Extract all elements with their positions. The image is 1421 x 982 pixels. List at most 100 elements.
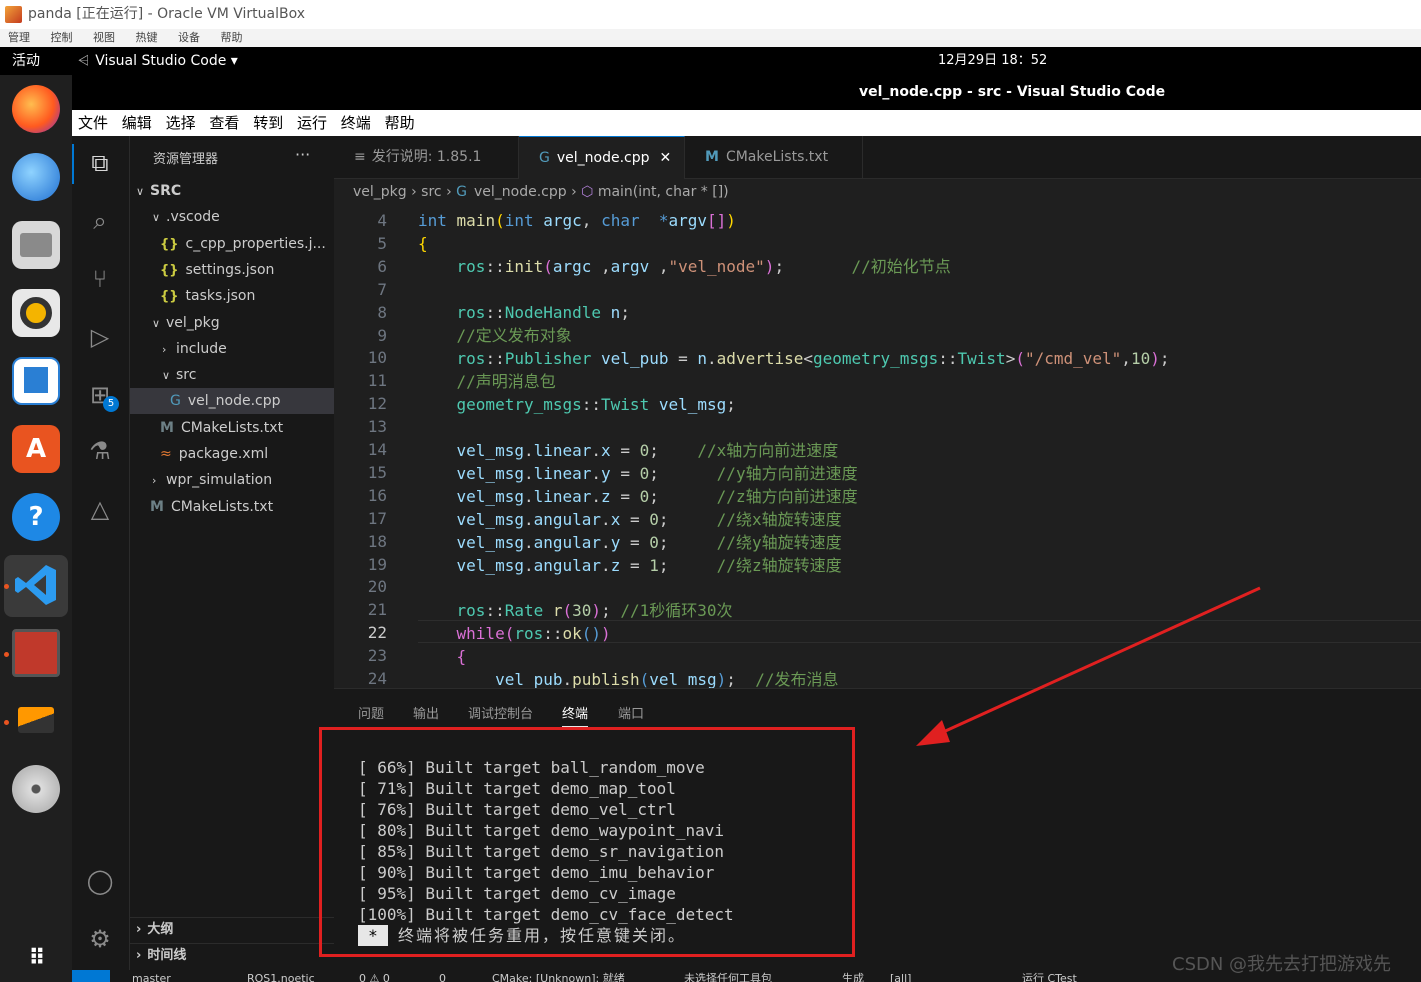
vscode-small-icon: ⩤ <box>78 53 90 69</box>
code-line: ros::Publisher vel_pub = n.advertise<geo… <box>456 349 1170 368</box>
status-cmake[interactable]: CMake: [Unknown]: 就绪 <box>492 970 625 982</box>
sublime-text-icon[interactable] <box>12 697 60 745</box>
outline-label: 大纲 <box>147 922 174 937</box>
tab-label: CMakeLists.txt <box>725 149 829 165</box>
line-number: 12 <box>367 394 387 414</box>
app-center-icon[interactable]: A <box>12 425 60 473</box>
tree-item[interactable]: ∨ src <box>130 362 334 388</box>
tree-item[interactable]: {} tasks.json <box>130 283 334 309</box>
tree-item[interactable]: {} c_cpp_properties.j... <box>130 231 334 257</box>
panel-tab-terminal[interactable]: 终端 <box>562 703 589 727</box>
status-ports[interactable]: 0 <box>439 970 446 982</box>
line-number: 23 <box>367 646 387 666</box>
tree-item[interactable]: M CMakeLists.txt <box>130 415 334 441</box>
status-ctest[interactable]: 运行 CTest <box>1022 970 1077 982</box>
tree-item[interactable]: ∨ .vscode <box>130 204 334 230</box>
tree-item[interactable]: › include <box>130 336 334 362</box>
tree-item[interactable]: ∨ SRC <box>130 178 334 204</box>
outline-section[interactable]: › 大纲 <box>130 917 334 941</box>
breadcrumb-item[interactable]: src <box>421 184 441 200</box>
files-icon[interactable] <box>12 221 60 269</box>
status-ros[interactable]: ROS1.noetic <box>247 970 315 982</box>
gnome-top-bar: 活动 ⩤ Visual Studio Code ▾ 12月29日 18：52 <box>0 47 1421 75</box>
testing-icon[interactable]: ⚗ <box>85 436 115 466</box>
source-control-icon[interactable]: ⑂ <box>85 264 115 294</box>
menu-help[interactable]: 帮助 <box>385 114 415 132</box>
help-icon[interactable]: ? <box>12 493 60 541</box>
menu-view[interactable]: 查看 <box>209 114 239 132</box>
tree-item[interactable]: › wpr_simulation <box>130 467 334 493</box>
code-line: vel_msg.linear.y = 0; //y轴方向前进速度 <box>456 464 858 483</box>
status-kit[interactable]: 未选择任何工具包 <box>684 970 772 982</box>
terminal-icon[interactable] <box>12 629 60 677</box>
code-line: ros::init(argc ,argv ,"vel_node"); //初始化… <box>456 257 951 276</box>
ubuntu-dock: A ? ⠿ <box>0 75 72 982</box>
tab-vel-node-cpp[interactable]: Gvel_node.cpp ✕ <box>519 136 685 179</box>
status-target[interactable]: [all] <box>890 970 911 982</box>
show-apps-icon[interactable]: ⠿ <box>12 935 60 982</box>
libreoffice-writer-icon[interactable] <box>12 357 60 405</box>
host-menu-help[interactable]: 帮助 <box>221 31 243 44</box>
panel-tab-ports[interactable]: 端口 <box>618 703 644 722</box>
tree-item-label: wpr_simulation <box>166 472 273 488</box>
manage-gear-icon[interactable]: ⚙ <box>85 924 115 954</box>
breadcrumb-item[interactable]: vel_pkg <box>353 184 407 200</box>
host-menu-hotkeys[interactable]: 热键 <box>136 31 158 44</box>
thunderbird-icon[interactable] <box>12 153 60 201</box>
timeline-section[interactable]: › 时间线 <box>130 943 334 967</box>
app-menu-button[interactable]: ⩤ Visual Studio Code ▾ <box>78 47 238 75</box>
firefox-icon[interactable] <box>12 85 60 133</box>
breadcrumb: vel_pkg › src › Gvel_node.cpp › ⬡ main(i… <box>334 179 1421 205</box>
tree-item[interactable]: ∨ vel_pkg <box>130 310 334 336</box>
menu-run[interactable]: 运行 <box>297 114 327 132</box>
clock[interactable]: 12月29日 18：52 <box>938 47 1047 75</box>
status-problems[interactable]: 0 ⚠ 0 <box>359 970 390 982</box>
symbol-method-icon: ⬡ <box>581 184 594 200</box>
line-number: 19 <box>367 554 387 574</box>
tree-item[interactable]: Gvel_node.cpp <box>130 388 334 414</box>
chevron-down-icon: ∨ <box>136 185 145 198</box>
vscode-icon[interactable] <box>12 561 60 609</box>
host-menu-devices[interactable]: 设备 <box>178 31 200 44</box>
menu-file[interactable]: 文件 <box>78 114 108 132</box>
optical-drive-icon[interactable] <box>12 765 60 813</box>
status-branch[interactable]: master <box>132 970 171 982</box>
menu-go[interactable]: 转到 <box>253 114 283 132</box>
panel-tab-debug-console[interactable]: 调试控制台 <box>468 703 533 722</box>
chevron-right-icon: › <box>136 922 142 937</box>
host-menu-control[interactable]: 控制 <box>51 31 73 44</box>
explorer-sidebar: 资源管理器 ··· ∨ SRC ∨ .vscode {} c_cpp_properties… <box>130 136 334 970</box>
menu-terminal[interactable]: 终端 <box>341 114 371 132</box>
breadcrumb-item[interactable]: main(int, char * []) <box>598 184 729 200</box>
tree-item-label: package.xml <box>178 446 269 462</box>
status-build[interactable]: 生成 <box>842 970 864 982</box>
breadcrumb-item[interactable]: vel_node.cpp <box>474 184 567 200</box>
panel-tab-problems[interactable]: 问题 <box>358 703 384 722</box>
activities-button[interactable]: 活动 <box>12 47 40 75</box>
menu-selection[interactable]: 选择 <box>166 114 196 132</box>
tab-label: vel_node.cpp <box>556 150 650 166</box>
tab-cmakelists[interactable]: M CMakeLists.txt <box>685 136 863 179</box>
host-menu-view[interactable]: 视图 <box>93 31 115 44</box>
panel-tab-output[interactable]: 输出 <box>413 703 439 722</box>
search-icon[interactable]: ⌕ <box>85 206 115 236</box>
running-indicator <box>4 720 9 725</box>
rhythmbox-icon[interactable] <box>12 289 60 337</box>
host-menu-manage[interactable]: 管理 <box>8 31 30 44</box>
line-number: 15 <box>367 462 387 482</box>
cmake-icon[interactable]: △ <box>85 494 115 524</box>
explorer-more-button[interactable]: ··· <box>295 145 310 164</box>
remote-indicator[interactable] <box>72 970 110 982</box>
tree-item-label: include <box>176 341 227 357</box>
accounts-icon[interactable]: ◯ <box>85 866 115 896</box>
explorer-icon[interactable]: ⧉ <box>85 148 115 178</box>
tree-item[interactable]: {} settings.json <box>130 257 334 283</box>
run-debug-icon[interactable]: ▷ <box>85 322 115 352</box>
tree-item[interactable]: ≈ package.xml <box>130 441 334 467</box>
tree-item-label: c_cpp_properties.j... <box>185 236 326 252</box>
menu-edit[interactable]: 编辑 <box>122 114 152 132</box>
tab-release-notes[interactable]: ≡ 发行说明: 1.85.1 <box>334 136 519 179</box>
close-icon[interactable]: ✕ <box>660 150 672 166</box>
json-file-icon: {} <box>160 263 179 278</box>
tree-item[interactable]: M CMakeLists.txt <box>130 494 334 520</box>
